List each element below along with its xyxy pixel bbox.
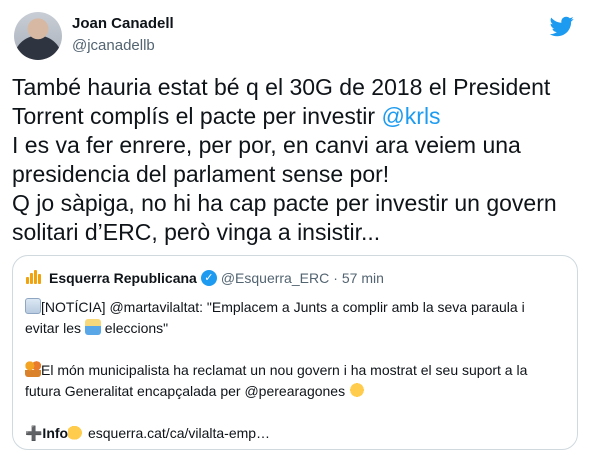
quoted-tweet-header: Esquerra Republicana ✓ @Esquerra_ERC · 5… <box>25 268 384 288</box>
quoted-link[interactable]: esquerra.cat/ca/vilalta-emp… <box>84 425 270 441</box>
quoted-tweet[interactable]: Esquerra Republicana ✓ @Esquerra_ERC · 5… <box>12 255 578 450</box>
tweet-text: També hauria estat bé q el 30G de 2018 e… <box>12 73 582 247</box>
erc-logo-icon[interactable] <box>25 270 45 286</box>
quoted-author-name[interactable]: Esquerra Republicana <box>49 270 197 286</box>
author-name[interactable]: Joan Canadell <box>72 15 174 32</box>
quoted-line-2: evitar les eleccions" <box>25 319 169 336</box>
people-emoji <box>25 361 41 377</box>
tweet-text-part-2: I es va fer enrere, per por, en canvi ar… <box>12 132 557 245</box>
info-label: ➕Info <box>25 425 69 441</box>
quoted-timestamp[interactable]: 57 min <box>342 270 384 286</box>
author-handle[interactable]: @jcanadellb <box>72 37 155 54</box>
author-avatar[interactable] <box>14 12 62 60</box>
mention-link[interactable]: @krls <box>381 103 440 129</box>
quoted-line-4: futura Generalitat encapçalada per @pere… <box>25 381 573 402</box>
pointing-hand-emoji <box>68 424 85 440</box>
verified-badge-icon: ✓ <box>200 270 217 286</box>
tweet-header: Joan Canadell @jcanadellb <box>10 8 584 68</box>
meta-separator: · <box>333 270 338 286</box>
ballot-box-emoji <box>84 319 101 335</box>
quoted-line-3: El món municipalista ha reclamat un nou … <box>25 360 573 381</box>
quoted-line-1: [NOTÍCIA] @martavilaltat: "Emplacem a Ju… <box>25 297 573 318</box>
newspaper-emoji <box>25 298 41 314</box>
quoted-author-handle[interactable]: @Esquerra_ERC <box>221 270 329 286</box>
twitter-bird-icon[interactable] <box>550 14 574 38</box>
tweet-text-part-1: També hauria estat bé q el 30G de 2018 e… <box>12 74 551 129</box>
raised-fist-emoji <box>348 382 365 398</box>
quoted-tweet-body: [NOTÍCIA] @martavilaltat: "Emplacem a Ju… <box>25 297 573 444</box>
quoted-line-5: ➕Info esquerra.cat/ca/vilalta-emp… <box>25 423 573 444</box>
